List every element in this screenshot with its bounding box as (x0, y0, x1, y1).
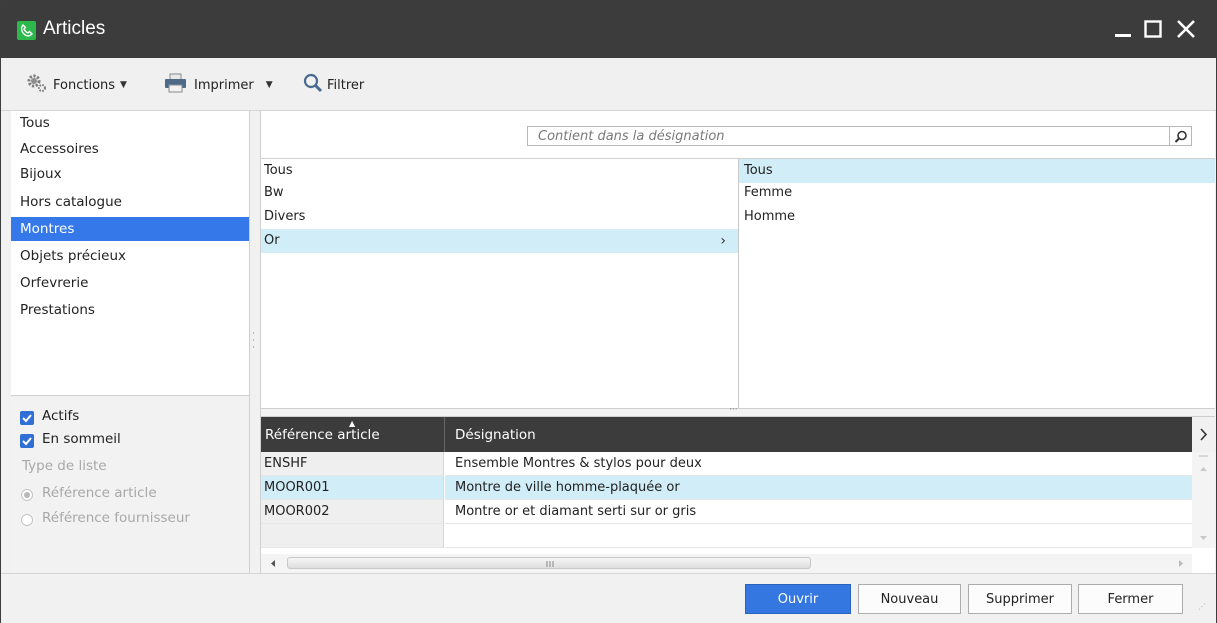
gender-list: Tous Femme Homme (739, 159, 1215, 408)
category-item-accessoires[interactable]: Accessoires (11, 137, 249, 161)
type-de-liste-label: Type de liste (22, 458, 107, 474)
filtrer-button[interactable]: Filtrer (303, 73, 365, 97)
gender-item-femme[interactable]: Femme (739, 181, 1215, 205)
chevron-right-icon: › (720, 233, 726, 249)
category-pane: Tous Accessoires Bijoux Hors catalogue M… (11, 111, 250, 574)
gender-item-homme[interactable]: Homme (739, 205, 1215, 229)
actifs-label: Actifs (42, 408, 80, 424)
app-logo-icon (17, 21, 36, 40)
gear-icon (25, 73, 47, 97)
cell-designation: Montre or et diamant serti sur or gris (445, 500, 1192, 524)
imprimer-menu-button[interactable]: Imprimer ▼ (164, 73, 273, 97)
main-pane: Tous Bw Divers Or › Tous Femme Homme ···… (260, 111, 1215, 573)
fonctions-menu-button[interactable]: Fonctions ▼ (25, 74, 127, 96)
cell-reference (261, 524, 444, 548)
cell-reference: MOOR002 (261, 500, 444, 524)
designation-search-input[interactable] (527, 126, 1170, 146)
close-button[interactable] (1174, 15, 1200, 43)
dialog-footer: Ouvrir Nouveau Supprimer Fermer ⋰ (1, 573, 1216, 623)
category-item-hors-catalogue[interactable]: Hors catalogue (11, 190, 249, 214)
subcategory-item-label: Or (264, 233, 280, 248)
category-item-montres[interactable]: Montres (11, 217, 249, 241)
column-header-designation[interactable]: Désignation (455, 417, 536, 452)
radio-reference-article-label: Référence article (42, 485, 157, 501)
supprimer-button[interactable]: Supprimer (968, 584, 1072, 614)
horizontal-splitter-handle[interactable]: ··· (261, 405, 1215, 417)
vertical-splitter-handle[interactable]: · · · (252, 330, 256, 353)
grid-scroll-right-button[interactable] (1192, 417, 1215, 452)
actifs-checkbox[interactable] (20, 411, 34, 425)
toolbar: Fonctions ▼ Imprimer ▼ Filtrer (1, 58, 1216, 111)
radio-reference-article[interactable] (21, 489, 33, 501)
filtrer-label: Filtrer (327, 77, 365, 93)
checkmark-icon (22, 414, 32, 423)
title-bar: Articles (1, 1, 1216, 58)
category-item-tous[interactable]: Tous (11, 111, 249, 135)
minimize-button[interactable] (1111, 15, 1137, 43)
search-icon (1174, 130, 1187, 143)
subcategory-item-tous[interactable]: Tous (261, 159, 738, 183)
table-row-empty (261, 524, 1192, 548)
table-row[interactable]: ENSHF Ensemble Montres & stylos pour deu… (261, 452, 1192, 476)
search-button[interactable] (1170, 126, 1192, 146)
table-row[interactable]: MOOR001 Montre de ville homme-plaquée or (261, 476, 1192, 500)
cell-reference: ENSHF (261, 452, 444, 476)
category-item-objets-precieux[interactable]: Objets précieux (11, 244, 249, 268)
category-item-prestations[interactable]: Prestations (11, 298, 249, 322)
gender-item-tous[interactable]: Tous (739, 159, 1215, 183)
subcategory-item-or[interactable]: Or › (261, 229, 738, 253)
fonctions-label: Fonctions (53, 77, 116, 93)
grid-horizontal-scrollbar[interactable] (261, 554, 1192, 573)
cell-reference: MOOR001 (261, 476, 444, 500)
radio-reference-fournisseur[interactable] (21, 514, 33, 526)
articles-grid: ENSHF Ensemble Montres & stylos pour deu… (261, 452, 1192, 548)
en-sommeil-checkbox[interactable] (20, 434, 34, 448)
cell-designation (445, 524, 1192, 548)
radio-reference-fournisseur-label: Référence fournisseur (42, 510, 190, 526)
filter-options-panel: Actifs En sommeil Type de liste Référenc… (11, 395, 249, 574)
scrollbar-thumb[interactable] (287, 557, 811, 569)
chevron-right-icon (1200, 428, 1208, 441)
fermer-button[interactable]: Fermer (1078, 584, 1183, 614)
column-header-reference[interactable]: Référence article (265, 417, 380, 452)
category-item-bijoux[interactable]: Bijoux (11, 162, 249, 186)
checkmark-icon (22, 437, 32, 446)
category-item-orfevrerie[interactable]: Orfevrerie (11, 271, 249, 295)
chevron-down-icon: ▼ (120, 80, 127, 90)
nouveau-button[interactable]: Nouveau (858, 584, 961, 614)
imprimer-label: Imprimer (194, 77, 254, 93)
cell-designation: Ensemble Montres & stylos pour deux (445, 452, 1192, 476)
search-area (261, 111, 1215, 159)
search-icon (303, 73, 323, 97)
ouvrir-button[interactable]: Ouvrir (745, 584, 851, 614)
chevron-down-icon: ▼ (265, 80, 273, 90)
cell-designation: Montre de ville homme-plaquée or (445, 476, 1192, 500)
subcategory-list: Tous Bw Divers Or › (261, 159, 738, 408)
grid-vertical-scrollbar[interactable] (1192, 452, 1215, 548)
articles-window: Articles Fonctions ▼ Imprimer ▼ Filtrer … (0, 0, 1217, 623)
printer-icon (164, 73, 188, 97)
grid-header: ▲ Référence article Désignation (261, 417, 1215, 452)
window-title: Articles (43, 18, 106, 39)
subcategory-item-bw[interactable]: Bw (261, 181, 738, 205)
resize-grip-icon[interactable]: ⋰ (1198, 602, 1206, 611)
table-row[interactable]: MOOR002 Montre or et diamant serti sur o… (261, 500, 1192, 524)
column-separator (444, 417, 445, 452)
subcategory-item-divers[interactable]: Divers (261, 205, 738, 229)
grip-icon (546, 561, 554, 567)
en-sommeil-label: En sommeil (42, 431, 121, 447)
maximize-button[interactable] (1141, 15, 1167, 43)
